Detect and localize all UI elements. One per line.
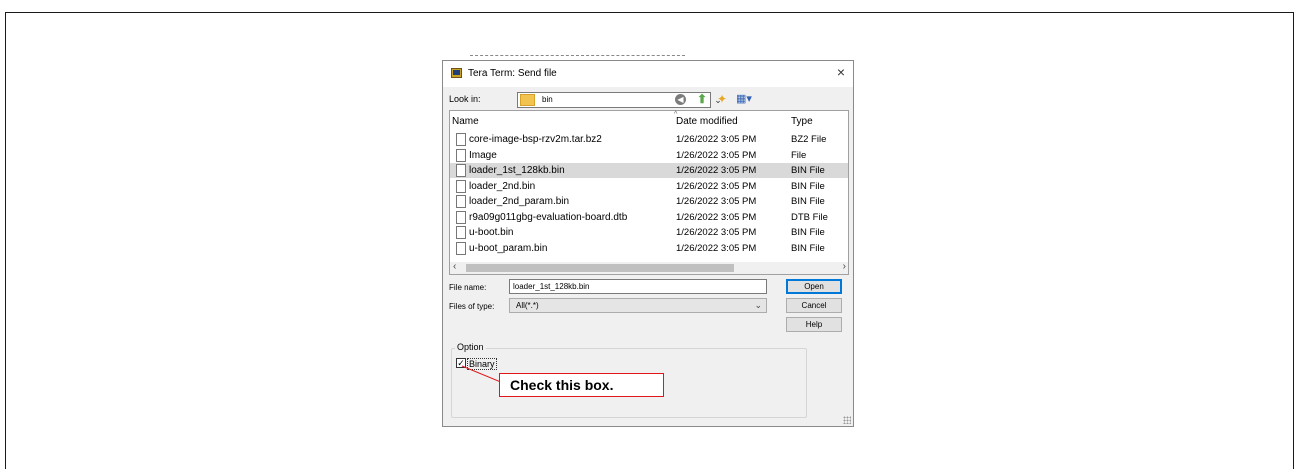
callout-pointer [461,365,509,386]
instruction-callout: Check this box. [499,373,664,397]
